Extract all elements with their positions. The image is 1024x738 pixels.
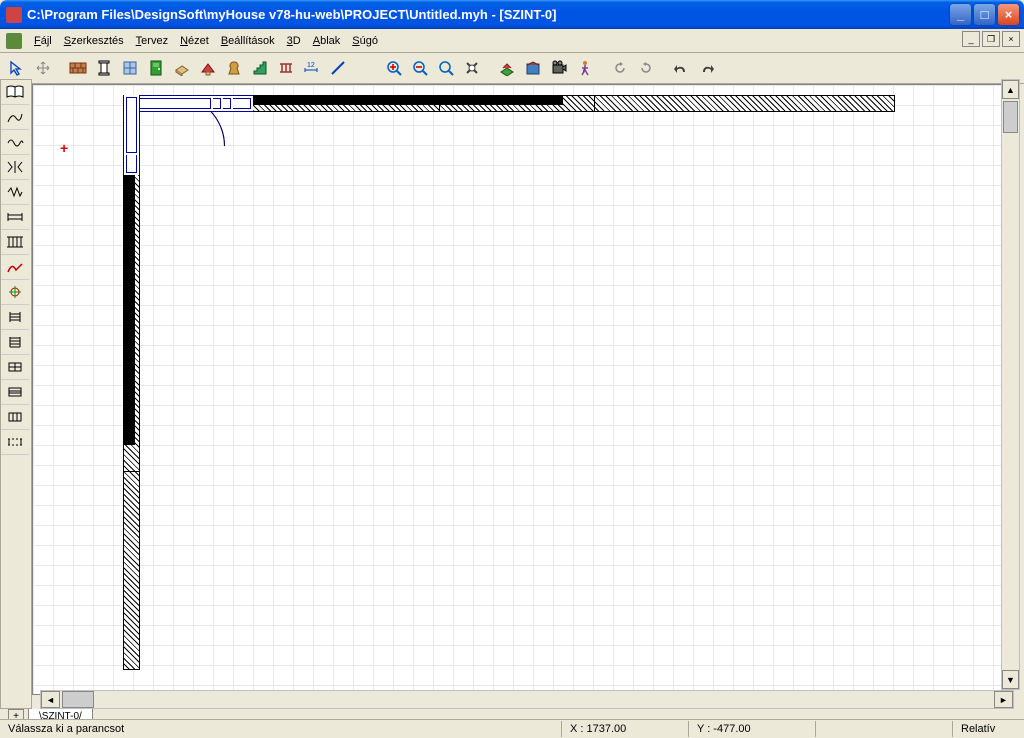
side-book-icon[interactable] — [1, 80, 29, 105]
view3d-tool[interactable] — [494, 56, 519, 80]
mdi-minimize[interactable]: _ — [962, 31, 980, 47]
render-tool[interactable] — [520, 56, 545, 80]
side-target-icon[interactable] — [1, 280, 29, 305]
column-tool[interactable] — [91, 56, 116, 80]
side-path-red-icon[interactable] — [1, 255, 29, 280]
scroll-down-arrow[interactable]: ▼ — [1002, 670, 1019, 689]
menu-beallitasok[interactable]: Beállítások — [215, 33, 281, 49]
camera-tool[interactable] — [546, 56, 571, 80]
zoom-out-tool[interactable] — [407, 56, 432, 80]
side-beam-icon[interactable] — [1, 205, 29, 230]
symbol-tool[interactable] — [221, 56, 246, 80]
status-mode: Relatív — [953, 721, 1024, 737]
left-toolbar — [0, 79, 32, 709]
status-y: Y : -477.00 — [689, 721, 816, 737]
horizontal-scrollbar[interactable]: ◄ ► — [40, 690, 1014, 709]
side-ladder2-icon[interactable] — [1, 330, 29, 355]
side-curve1-icon[interactable] — [1, 105, 29, 130]
title-bar: C:\Program Files\DesignSoft\myHouse v78-… — [0, 0, 1024, 29]
side-curve2-icon[interactable] — [1, 130, 29, 155]
scroll-right-arrow[interactable]: ► — [994, 691, 1013, 708]
menu-nezet[interactable]: Nézet — [174, 33, 215, 49]
side-grid1-icon[interactable] — [1, 355, 29, 380]
options-tool[interactable] — [459, 56, 484, 80]
side-grid3-icon[interactable] — [1, 405, 29, 430]
menu-bar: Fájl Szerkesztés Tervez Nézet Beállításo… — [0, 29, 1024, 53]
dimension-tool[interactable]: 12 — [299, 56, 324, 80]
mdi-close[interactable]: × — [1002, 31, 1020, 47]
menu-3d[interactable]: 3D — [281, 33, 307, 49]
wall-tool[interactable] — [65, 56, 90, 80]
drawing-canvas[interactable]: + — [32, 84, 1008, 695]
status-x: X : 1737.00 — [562, 721, 689, 737]
undo-tool[interactable] — [668, 56, 693, 80]
rotate-left-tool[interactable] — [607, 56, 632, 80]
vertical-scrollbar[interactable]: ▲ ▼ — [1001, 79, 1020, 690]
zoom-in-tool[interactable] — [381, 56, 406, 80]
menu-sugo[interactable]: Súgó — [346, 33, 384, 49]
scroll-up-arrow[interactable]: ▲ — [1002, 80, 1019, 99]
redo-tool[interactable] — [694, 56, 719, 80]
line-tool[interactable] — [325, 56, 350, 80]
vscroll-thumb[interactable] — [1003, 101, 1018, 133]
menu-szerkesztes[interactable]: Szerkesztés — [58, 33, 130, 49]
origin-marker: + — [60, 140, 68, 156]
walk-tool[interactable] — [572, 56, 597, 80]
move-tool[interactable] — [30, 56, 55, 80]
window-right-2[interactable] — [123, 95, 140, 155]
side-zigzag-icon[interactable] — [1, 180, 29, 205]
maximize-button[interactable]: □ — [974, 4, 995, 25]
close-button[interactable]: × — [998, 4, 1019, 25]
window-tool[interactable] — [117, 56, 142, 80]
menu-ablak[interactable]: Ablak — [307, 33, 347, 49]
svg-text:12: 12 — [307, 62, 315, 69]
door-tool[interactable] — [143, 56, 168, 80]
side-dashed-icon[interactable] — [1, 430, 29, 455]
app-icon — [6, 7, 22, 23]
menu-fajl[interactable]: Fájl — [28, 33, 58, 49]
main-toolbar: 12 — [0, 53, 1024, 84]
side-grid2-icon[interactable] — [1, 380, 29, 405]
status-bar: Válassza ki a parancsot X : 1737.00 Y : … — [0, 719, 1024, 738]
status-message: Válassza ki a parancsot — [0, 721, 562, 737]
side-columns-icon[interactable] — [1, 230, 29, 255]
grid-background — [33, 85, 1007, 694]
scroll-left-arrow[interactable]: ◄ — [41, 691, 60, 708]
doc-icon — [6, 33, 22, 49]
window-title: C:\Program Files\DesignSoft\myHouse v78-… — [27, 7, 556, 22]
stairs-tool[interactable] — [247, 56, 272, 80]
zoom-window-tool[interactable] — [433, 56, 458, 80]
hscroll-thumb[interactable] — [62, 691, 94, 708]
side-mirror-icon[interactable] — [1, 155, 29, 180]
status-empty — [816, 721, 953, 737]
roof-tool[interactable] — [195, 56, 220, 80]
rotate-right-tool[interactable] — [633, 56, 658, 80]
slab-tool[interactable] — [169, 56, 194, 80]
select-tool[interactable] — [4, 56, 29, 80]
mdi-restore[interactable]: ❐ — [982, 31, 1000, 47]
menu-tervez[interactable]: Tervez — [130, 33, 174, 49]
minimize-button[interactable]: _ — [950, 4, 971, 25]
rail-tool[interactable] — [273, 56, 298, 80]
side-ladder1-icon[interactable] — [1, 305, 29, 330]
